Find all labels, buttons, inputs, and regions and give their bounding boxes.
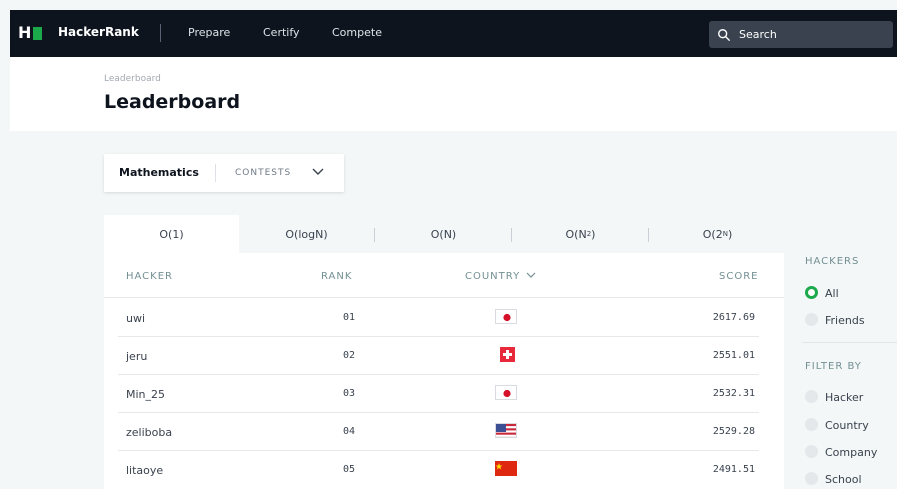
page-title: Leaderboard [104, 91, 241, 113]
usa-flag-icon [495, 423, 517, 438]
search-label: Search [739, 28, 777, 41]
search-box[interactable]: Search [709, 21, 893, 48]
radio-friends[interactable] [805, 313, 818, 326]
tab-label: O(1) [159, 227, 184, 241]
table-row: zeliboba 04 2529.28 [118, 413, 759, 451]
tab-label: O(logN) [285, 227, 328, 241]
score-value: 2529.28 [712, 426, 755, 437]
top-nav: H HackerRank Prepare Certify Compete Sea… [10, 10, 897, 57]
score-value: 2617.69 [712, 312, 755, 323]
radio-all[interactable] [805, 286, 818, 299]
tab-divider [511, 228, 512, 242]
col-country[interactable]: COUNTRY [465, 271, 536, 282]
rank-value: 02 [343, 350, 356, 361]
switzerland-flag-icon [500, 347, 515, 362]
tab-close-paren: ) [727, 227, 733, 241]
filter-hacker-checkbox[interactable] [805, 390, 818, 403]
filter-school-checkbox[interactable] [805, 472, 818, 485]
hackerrank-logo[interactable]: H [18, 23, 43, 42]
col-score: SCORE [719, 271, 759, 282]
tab-o1[interactable]: O(1) [104, 215, 239, 253]
nav-divider [160, 24, 161, 42]
table-row: jeru 02 2551.01 [118, 337, 759, 375]
tab-label: O(2 [702, 227, 723, 241]
tab-ologn[interactable]: O(logN) [239, 215, 374, 253]
tab-divider [374, 228, 375, 242]
china-flag-icon [495, 461, 517, 476]
hacker-name[interactable]: uwi [126, 312, 145, 325]
hacker-name[interactable]: Min_25 [126, 388, 165, 401]
hacker-name[interactable]: jeru [126, 350, 147, 363]
tab-on[interactable]: O(N) [376, 215, 511, 253]
hackers-heading: HACKERS [805, 256, 860, 267]
nav-link-prepare[interactable]: Prepare [188, 26, 230, 39]
tab-on2[interactable]: O(N 2) [513, 215, 648, 253]
logo-letter: H [18, 23, 32, 42]
hacker-name[interactable]: litaoye [126, 464, 163, 477]
nav-link-compete[interactable]: Compete [332, 26, 382, 39]
col-rank: RANK [321, 271, 353, 282]
tab-label: O(N [565, 227, 587, 241]
breadcrumb[interactable]: Leaderboard [104, 74, 161, 84]
col-country-label: COUNTRY [465, 271, 521, 282]
filter-heading: FILTER BY [805, 361, 862, 372]
leaderboard-table: HACKER RANK COUNTRY SCORE uwi 01 2617.69… [104, 253, 784, 489]
filter-hacker-label: Hacker [825, 391, 864, 404]
hacker-name[interactable]: zeliboba [126, 426, 172, 439]
contests-label: CONTESTS [235, 168, 292, 178]
sidebar-divider [802, 342, 897, 343]
radio-label-all: All [825, 287, 839, 300]
tab-close-paren: ) [591, 227, 596, 241]
table-header: HACKER RANK COUNTRY SCORE [104, 253, 784, 298]
chevron-down-icon [526, 272, 536, 278]
track-divider [215, 164, 216, 182]
table-row: litaoye 05 2491.51 [118, 451, 759, 489]
page-header: Leaderboard Leaderboard [10, 57, 897, 131]
rank-value: 03 [343, 388, 356, 399]
tab-label: O(N) [430, 227, 457, 241]
track-selector[interactable]: Mathematics CONTESTS [104, 154, 344, 192]
filter-school-label: School [825, 473, 862, 486]
brand-name[interactable]: HackerRank [58, 25, 139, 39]
filter-company-checkbox[interactable] [805, 445, 818, 458]
japan-flag-icon [495, 309, 517, 324]
table-row: Min_25 03 2532.31 [118, 375, 759, 413]
search-icon [718, 28, 730, 41]
rank-value: 04 [343, 426, 356, 437]
logo-square-icon [33, 26, 43, 40]
col-hacker: HACKER [126, 271, 173, 282]
score-value: 2532.31 [712, 388, 755, 399]
filter-company-label: Company [825, 446, 878, 459]
table-row: uwi 01 2617.69 [118, 299, 759, 337]
radio-label-friends: Friends [825, 314, 865, 327]
japan-flag-icon [495, 385, 517, 400]
nav-link-certify[interactable]: Certify [263, 26, 300, 39]
filter-country-checkbox[interactable] [805, 418, 818, 431]
score-value: 2551.01 [712, 350, 755, 361]
rank-value: 05 [343, 464, 356, 475]
rank-value: 01 [343, 312, 356, 323]
tab-o2n[interactable]: O(2 N) [650, 215, 785, 253]
score-value: 2491.51 [712, 464, 755, 475]
chevron-down-icon [312, 168, 324, 175]
complexity-tabs: O(1) O(logN) O(N) O(N 2) O(2 N) [104, 215, 784, 253]
filter-country-label: Country [825, 419, 869, 432]
track-name: Mathematics [119, 166, 199, 179]
tab-divider [648, 228, 649, 242]
